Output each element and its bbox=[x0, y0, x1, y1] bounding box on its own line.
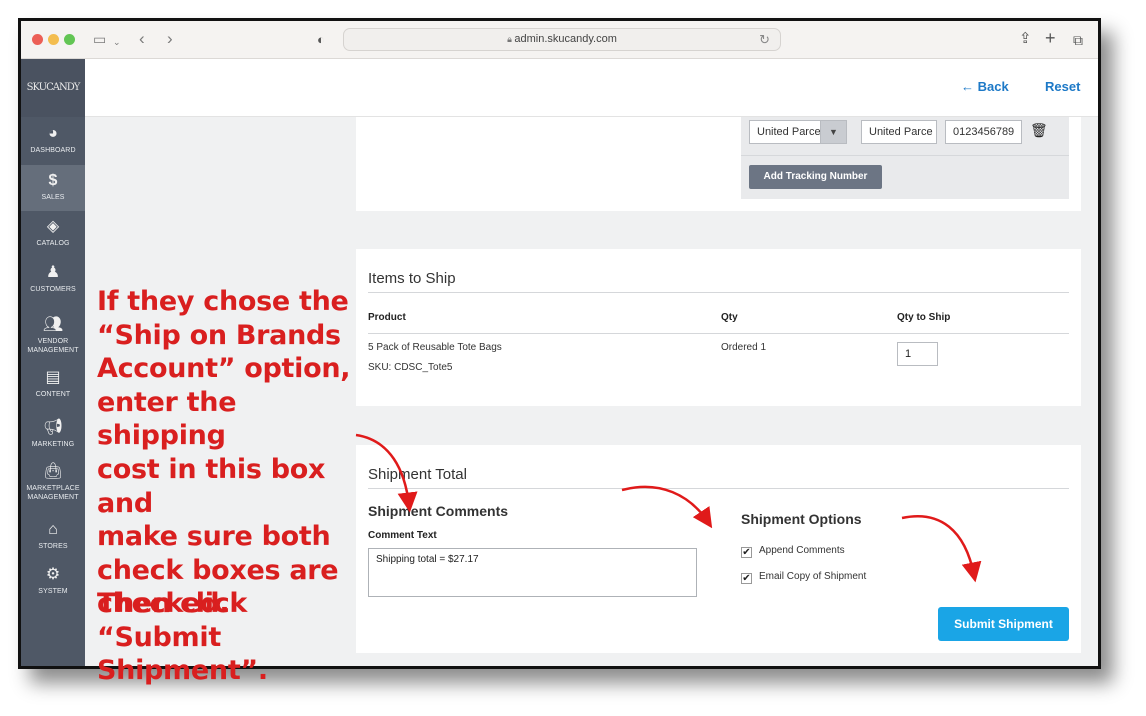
arrow-to-checkboxes bbox=[621, 485, 713, 529]
annotation-arrows bbox=[355, 433, 982, 583]
arrow-to-submit-button bbox=[901, 515, 982, 583]
arrow-to-comment-box bbox=[355, 433, 418, 513]
